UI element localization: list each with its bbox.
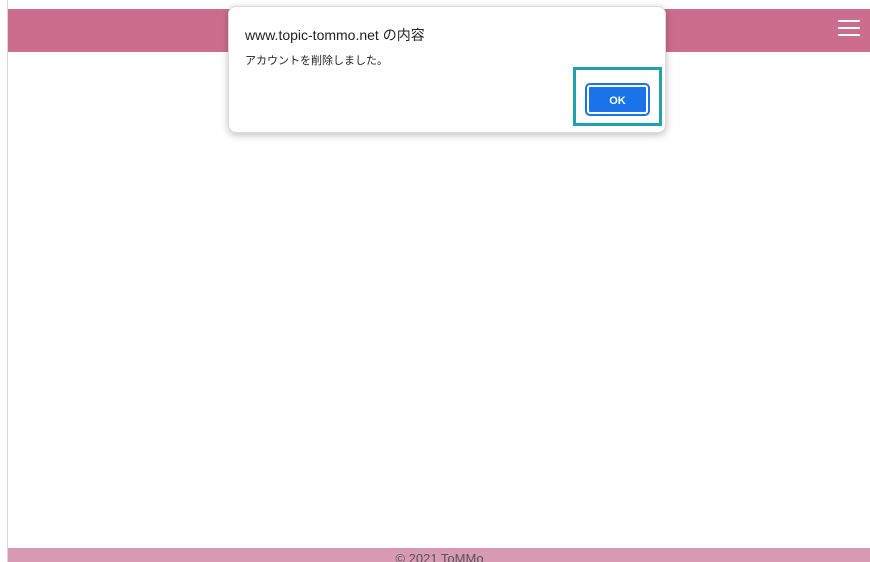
menu-line <box>838 20 860 22</box>
dialog-message: アカウントを削除しました。 <box>245 55 388 67</box>
menu-line <box>838 27 860 29</box>
menu-line <box>838 34 860 36</box>
dialog-title: www.topic-tommo.net の内容 <box>245 27 425 43</box>
footer-bar: © 2021 ToMMo <box>8 548 870 562</box>
copyright-text: © 2021 ToMMo <box>395 551 484 562</box>
ok-button[interactable]: OK <box>585 83 650 116</box>
hamburger-menu-icon[interactable] <box>838 18 860 38</box>
alert-dialog: www.topic-tommo.net の内容 アカウントを削除しました。 OK <box>228 6 666 133</box>
